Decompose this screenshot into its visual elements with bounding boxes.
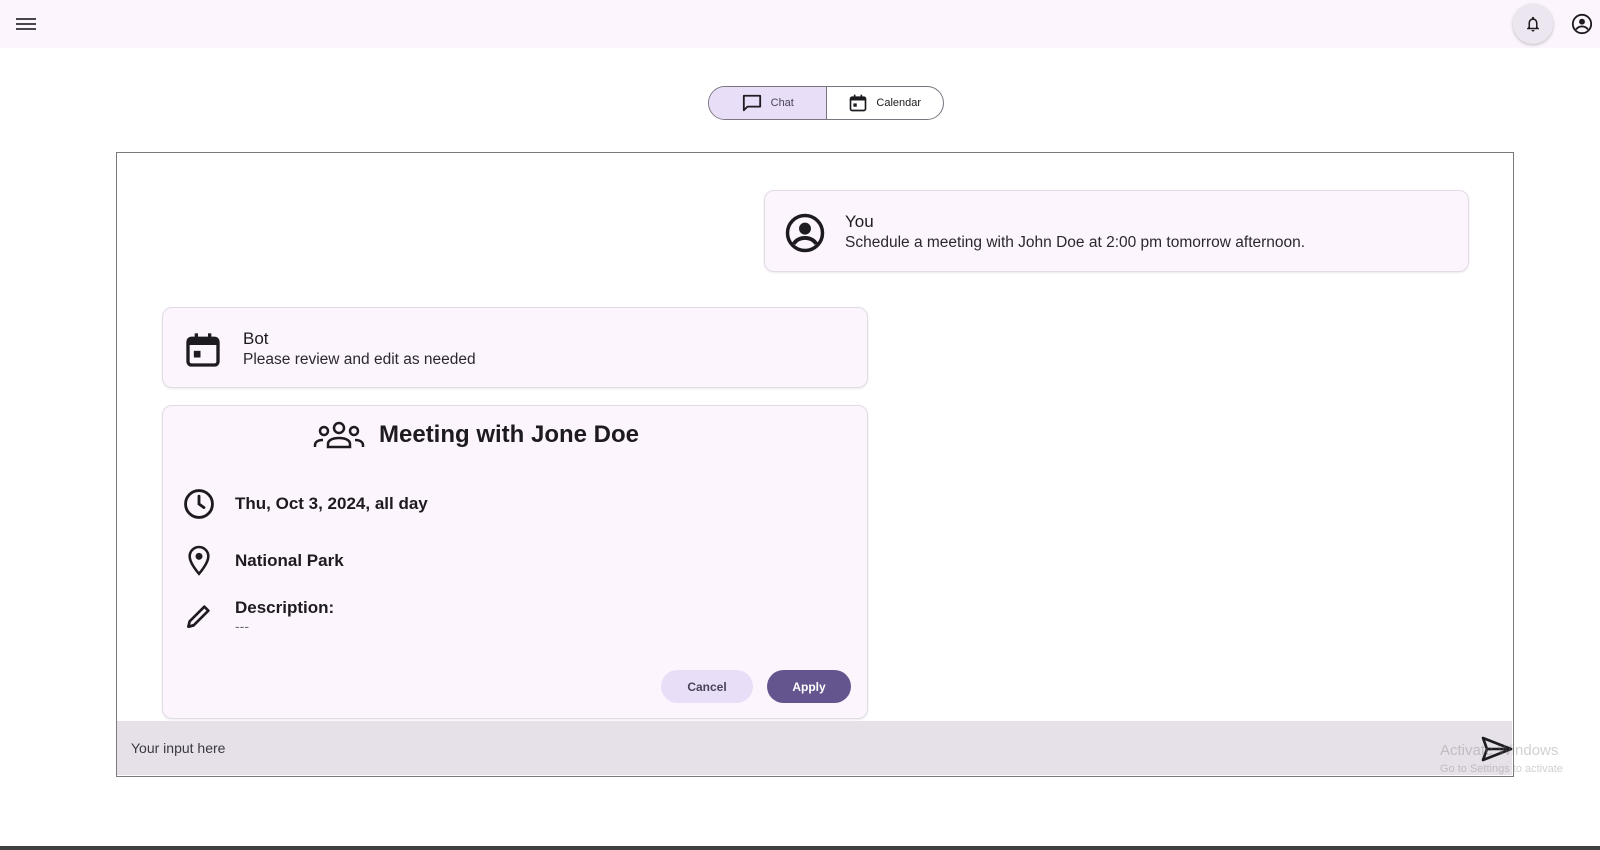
user-avatar — [783, 211, 827, 255]
view-toggle: Chat Calendar — [708, 86, 944, 120]
event-location[interactable]: National Park — [235, 551, 344, 571]
tab-chat-label: Chat — [770, 97, 794, 109]
description-value[interactable]: --- — [235, 618, 334, 634]
chat-bubble-icon — [742, 94, 761, 112]
message-sender: You — [845, 212, 874, 231]
message-text: Schedule a meeting with John Doe at 2:00… — [845, 234, 1306, 251]
account-button[interactable] — [1568, 10, 1596, 38]
menu-icon — [16, 18, 36, 30]
tab-calendar-label: Calendar — [876, 97, 922, 109]
bot-avatar — [181, 328, 225, 372]
user-message: You Schedule a meeting with John Doe at … — [764, 190, 1469, 272]
location-pin-icon — [188, 545, 210, 576]
bell-icon — [1527, 16, 1539, 32]
top-app-bar — [0, 0, 1600, 48]
message-sender: Bot — [243, 329, 269, 348]
calendar-icon — [850, 94, 867, 112]
event-location-row: National Park — [181, 543, 344, 579]
bot-message: Bot Please review and edit as needed — [162, 307, 868, 388]
account-circle-icon — [785, 213, 825, 253]
pencil-icon — [187, 605, 210, 628]
event-preview-card: Meeting with Jone Doe Thu, Oct 3, 2024, … — [162, 405, 868, 719]
event-date[interactable]: Thu, Oct 3, 2024, all day — [235, 494, 428, 514]
message-text: Please review and edit as needed — [243, 351, 476, 368]
apply-button[interactable]: Apply — [767, 670, 851, 703]
tab-chat[interactable]: Chat — [709, 87, 827, 119]
watermark-title: Activate Windows — [1440, 742, 1559, 759]
account-circle-icon — [1571, 13, 1593, 35]
message-input[interactable] — [131, 740, 1431, 756]
message-input-bar — [117, 721, 1513, 775]
menu-button[interactable] — [14, 12, 38, 36]
cancel-button[interactable]: Cancel — [661, 670, 753, 703]
event-title-row: Meeting with Jone Doe — [313, 420, 639, 450]
event-date-row: Thu, Oct 3, 2024, all day — [181, 486, 428, 522]
watermark-subtitle: Go to Settings to activate — [1440, 763, 1563, 775]
clock-icon — [184, 489, 214, 519]
description-label: Description: — [235, 598, 335, 617]
notifications-button[interactable] — [1513, 4, 1553, 44]
taskbar-edge — [0, 846, 1600, 850]
event-description-row: Description: --- — [181, 598, 334, 634]
event-title: Meeting with Jone Doe — [379, 421, 640, 448]
tab-calendar[interactable]: Calendar — [827, 87, 944, 119]
groups-icon — [313, 421, 365, 449]
calendar-icon — [186, 333, 220, 367]
windows-activation-watermark: Activate Windows Go to Settings to activ… — [1440, 742, 1563, 778]
chat-panel: You Schedule a meeting with John Doe at … — [116, 152, 1514, 777]
